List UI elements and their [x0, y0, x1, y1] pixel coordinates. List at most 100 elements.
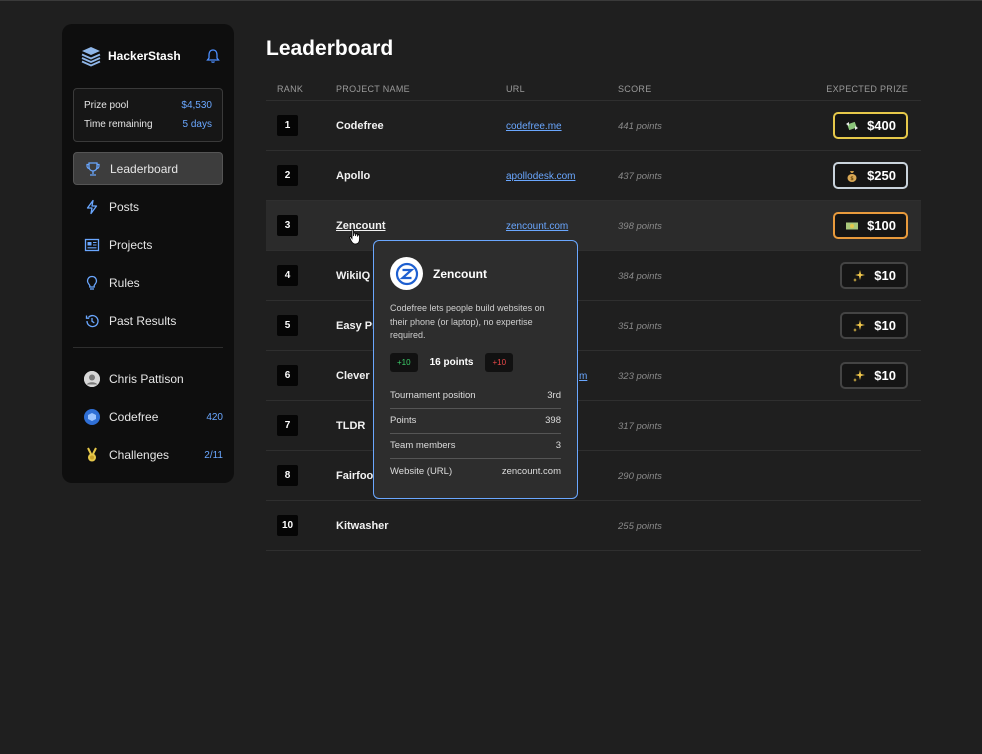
- vote-points: 16 points: [429, 356, 474, 368]
- table-row[interactable]: 5 Easy Pr 351 points $10: [266, 301, 921, 351]
- stat-row: Points 398: [390, 409, 561, 434]
- prize-badge: $ $250: [833, 162, 908, 189]
- project-name[interactable]: TLDR: [336, 420, 365, 432]
- popover-description: Codefree lets people build websites on t…: [390, 303, 545, 340]
- vote-control: +10 16 points +10: [390, 352, 561, 372]
- sparkles-icon: [853, 269, 866, 282]
- rank-badge: 5: [277, 315, 298, 336]
- prize-amount: $10: [874, 268, 896, 283]
- project-points: 420: [206, 411, 223, 423]
- stat-value: 3: [555, 440, 561, 451]
- table-row[interactable]: 7 TLDR 317 points: [266, 401, 921, 451]
- rank-badge: 10: [277, 515, 298, 536]
- project-url[interactable]: zencount.com: [506, 221, 568, 232]
- prize-amount: $10: [874, 368, 896, 383]
- newspaper-icon: [84, 238, 100, 251]
- table-header: RANK PROJECT NAME URL SCORE EXPECTED PRI…: [266, 77, 921, 101]
- upvote-button[interactable]: +10: [390, 352, 418, 372]
- prize-amount: $100: [867, 218, 896, 233]
- project-logo: [390, 257, 423, 290]
- popover-stats: Tournament position 3rd Points 398 Team …: [390, 384, 561, 484]
- avatar: [84, 371, 100, 387]
- project-name: Codefree: [109, 410, 159, 424]
- table-row[interactable]: 8 Fairfoo 290 points: [266, 451, 921, 501]
- project-name[interactable]: WikiIQ: [336, 270, 370, 282]
- svg-text:$: $: [850, 176, 854, 182]
- user-profile[interactable]: Chris Pattison: [73, 360, 223, 398]
- nav-item-leaderboard[interactable]: Leaderboard: [73, 152, 223, 185]
- brand: HackerStash: [73, 24, 223, 88]
- hand-cursor-icon: [349, 229, 360, 245]
- money-bag-icon: $: [847, 170, 857, 182]
- table-row[interactable]: 3 Zencount zencount.com 398 points $100: [266, 201, 921, 251]
- rank-badge: 4: [277, 265, 298, 286]
- project-name[interactable]: Clever: [336, 370, 370, 382]
- table-row[interactable]: 10 Kitwasher 255 points: [266, 501, 921, 551]
- project-score: 437 points: [618, 170, 662, 182]
- prize-badge: $10: [840, 312, 908, 339]
- project-url[interactable]: codefree.me: [506, 121, 562, 132]
- sidebar: HackerStash Prize pool $4,530 Time remai…: [62, 24, 234, 483]
- project-name[interactable]: Codefree: [336, 120, 384, 132]
- bell-icon[interactable]: [205, 48, 221, 64]
- prize-badge: $100: [833, 212, 908, 239]
- nav-label: Projects: [109, 237, 153, 252]
- bolt-icon: [86, 199, 98, 214]
- project-score: 384 points: [618, 270, 662, 282]
- rank-badge: 8: [277, 465, 298, 486]
- project-name[interactable]: Easy Pr: [336, 320, 376, 332]
- prize-badge: $10: [840, 262, 908, 289]
- downvote-button[interactable]: +10: [485, 352, 514, 372]
- project-score: 255 points: [618, 520, 662, 532]
- table-row[interactable]: 4 WikiIQ 384 points $10: [266, 251, 921, 301]
- rank-badge: 2: [277, 165, 298, 186]
- user-project[interactable]: Codefree 420: [73, 398, 223, 436]
- prize-pool-value: $4,530: [181, 100, 212, 111]
- project-name[interactable]: Fairfoo: [336, 470, 373, 482]
- stat-value: 398: [545, 415, 561, 426]
- cube-icon: [88, 413, 96, 421]
- table-row[interactable]: 2 Apollo apollodesk.com 437 points $ $25…: [266, 151, 921, 201]
- project-avatar: [84, 409, 100, 425]
- stat-label: Website (URL): [390, 465, 453, 477]
- nav-item-past-results[interactable]: Past Results: [73, 304, 223, 337]
- project-url[interactable]: m: [579, 371, 587, 382]
- stat-label: Team members: [390, 440, 456, 451]
- time-remaining-value: 5 days: [182, 119, 212, 130]
- time-remaining-label: Time remaining: [84, 119, 153, 130]
- col-project-name: PROJECT NAME: [336, 83, 410, 94]
- nav-item-rules[interactable]: Rules: [73, 266, 223, 299]
- stat-row: Tournament position 3rd: [390, 384, 561, 409]
- project-popover: Zencount Codefree lets people build webs…: [373, 240, 578, 499]
- sparkles-icon: [853, 319, 866, 332]
- col-rank: RANK: [277, 83, 304, 94]
- sparkles-icon: [853, 369, 866, 382]
- project-score: 317 points: [618, 420, 662, 432]
- nav-item-projects[interactable]: Projects: [73, 228, 223, 261]
- user-avatar-icon: [84, 371, 100, 387]
- challenges-count: 2/11: [204, 449, 223, 461]
- nav-item-posts[interactable]: Posts: [73, 190, 223, 223]
- sidebar-divider: [73, 347, 223, 348]
- stat-value[interactable]: zencount.com: [502, 466, 561, 477]
- table-row[interactable]: 6 Clever m 323 points $10: [266, 351, 921, 401]
- col-url: URL: [506, 83, 525, 94]
- project-name[interactable]: Kitwasher: [336, 520, 389, 532]
- prize-amount: $250: [867, 168, 896, 183]
- money-wings-icon: [846, 121, 859, 130]
- nav-label: Leaderboard: [110, 161, 179, 176]
- page-title: Leaderboard: [266, 37, 394, 60]
- rank-badge: 6: [277, 365, 298, 386]
- project-url[interactable]: apollodesk.com: [506, 171, 575, 182]
- table-row[interactable]: 1 Codefree codefree.me 441 points $400: [266, 101, 921, 151]
- project-name[interactable]: Apollo: [336, 170, 370, 182]
- challenges-label: Challenges: [109, 448, 170, 462]
- user-challenges[interactable]: Challenges 2/11: [73, 436, 223, 474]
- banknote-icon: [846, 222, 859, 229]
- zencount-logo-icon: [395, 262, 418, 285]
- prize-badge: $400: [833, 112, 908, 139]
- project-score: 351 points: [618, 320, 662, 332]
- rank-badge: 3: [277, 215, 298, 236]
- project-score: 323 points: [618, 370, 662, 382]
- stat-row: Team members 3: [390, 434, 561, 459]
